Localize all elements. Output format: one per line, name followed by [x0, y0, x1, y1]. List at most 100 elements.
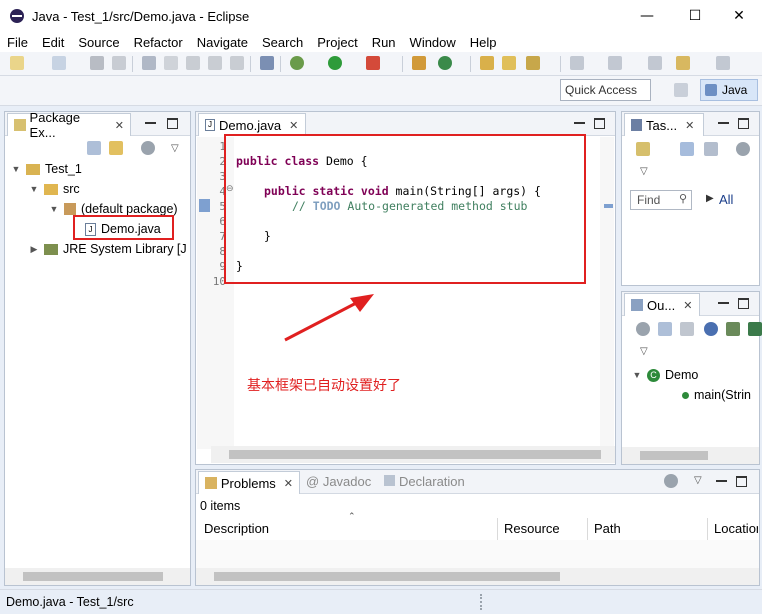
link-icon[interactable] [260, 56, 274, 70]
focus-icon[interactable] [141, 141, 155, 155]
open-type-icon[interactable] [142, 56, 156, 70]
chevron-down-icon[interactable]: ▼ [49, 204, 59, 214]
scrollbar-thumb[interactable] [640, 451, 708, 460]
quick-access-input[interactable]: Quick Access [560, 79, 651, 101]
chevron-right-icon[interactable]: ▶ [706, 193, 714, 204]
tree-item-default-package[interactable]: ▼ (default package) [49, 202, 178, 216]
close-icon[interactable]: ✕ [683, 299, 692, 312]
hide-static-icon[interactable] [726, 322, 740, 336]
view-menu-icon[interactable]: ▽ [171, 143, 179, 154]
menu-navigate[interactable]: Navigate [190, 35, 255, 50]
minimize-icon[interactable] [716, 476, 727, 482]
outline-horizontal-scrollbar[interactable] [622, 447, 759, 464]
maximize-icon[interactable] [167, 118, 178, 129]
vertical-ruler[interactable] [600, 137, 614, 449]
hide-fields-icon[interactable] [704, 322, 718, 336]
forward-icon[interactable] [716, 56, 730, 70]
chevron-right-icon[interactable]: ▶ [29, 244, 39, 255]
focus-icon[interactable] [636, 322, 650, 336]
view-menu-icon[interactable]: ▽ [694, 475, 702, 486]
menu-search[interactable]: Search [255, 35, 310, 50]
tab-declaration[interactable]: Declaration [384, 474, 465, 489]
menu-edit[interactable]: Edit [35, 35, 71, 50]
new-task-icon[interactable] [636, 142, 650, 156]
menu-help[interactable]: Help [463, 35, 504, 50]
outline-method[interactable]: main(Strin [682, 388, 751, 402]
new-java-class-icon[interactable] [438, 56, 452, 70]
toggle-icon[interactable] [186, 56, 200, 70]
editor-horizontal-scrollbar[interactable] [211, 446, 615, 463]
open-folder-icon[interactable] [480, 56, 494, 70]
chevron-down-icon[interactable]: ▼ [11, 164, 21, 174]
task-marker-icon[interactable] [199, 199, 210, 212]
tab-javadoc[interactable]: @ Javadoc [306, 474, 371, 489]
sort-icon[interactable] [680, 322, 694, 336]
overview-marker[interactable] [604, 204, 613, 208]
link-editor-icon[interactable] [109, 141, 123, 155]
focus-icon[interactable] [736, 142, 750, 156]
view-menu-icon[interactable]: ▽ [640, 166, 648, 177]
minimize-icon[interactable] [145, 118, 156, 124]
close-icon[interactable]: ✕ [289, 119, 298, 132]
menu-refactor[interactable]: Refactor [127, 35, 190, 50]
back-icon[interactable] [676, 56, 690, 70]
minimize-icon[interactable] [718, 298, 729, 304]
tree-item-jre[interactable]: ▶ JRE System Library [J [29, 242, 187, 256]
scrollbar-thumb[interactable] [229, 450, 601, 459]
save-all-icon[interactable] [112, 56, 126, 70]
menu-window[interactable]: Window [403, 35, 463, 50]
maximize-icon[interactable] [738, 118, 749, 129]
new-icon[interactable] [10, 56, 24, 70]
tab-package-explorer[interactable]: Package Ex... ✕ [7, 110, 131, 140]
close-icon[interactable]: ✕ [115, 119, 124, 132]
scheduled-icon[interactable] [704, 142, 718, 156]
prev-annotation-icon[interactable] [608, 56, 622, 70]
next-annotation-icon[interactable] [570, 56, 584, 70]
hide-nonpublic-icon[interactable] [748, 322, 762, 336]
tab-problems[interactable]: Problems ✕ [198, 471, 300, 494]
view-menu-icon[interactable]: ▽ [640, 346, 648, 357]
tree-item-project[interactable]: ▼ Test_1 [11, 162, 82, 176]
external-tools-icon[interactable] [366, 56, 380, 70]
tab-demo-java[interactable]: J Demo.java ✕ [198, 113, 306, 136]
menu-run[interactable]: Run [365, 35, 403, 50]
pencil-icon[interactable] [526, 56, 540, 70]
block-icon[interactable] [208, 56, 222, 70]
maximize-icon[interactable] [736, 476, 747, 487]
java-perspective-button[interactable]: Java [700, 79, 758, 101]
chevron-down-icon[interactable]: ▼ [632, 370, 642, 380]
column-path[interactable]: Path [588, 518, 708, 540]
menu-file[interactable]: File [0, 35, 35, 50]
minimize-icon[interactable] [718, 118, 729, 124]
tree-item-src[interactable]: ▼ src [29, 182, 80, 196]
column-resource[interactable]: Resource [498, 518, 588, 540]
categorized-icon[interactable] [680, 142, 694, 156]
problems-horizontal-scrollbar[interactable] [196, 568, 759, 585]
collapse-all-icon[interactable] [658, 322, 672, 336]
debug-icon[interactable] [290, 56, 304, 70]
menu-project[interactable]: Project [310, 35, 364, 50]
column-description[interactable]: Description [198, 518, 498, 540]
scrollbar-thumb[interactable] [214, 572, 560, 581]
collapse-all-icon[interactable] [87, 141, 101, 155]
all-link[interactable]: All [719, 192, 733, 207]
outline-class[interactable]: ▼ C Demo [632, 368, 699, 382]
horizontal-scrollbar[interactable] [5, 568, 190, 585]
chevron-down-icon[interactable]: ▼ [29, 184, 39, 194]
sweep-icon[interactable] [164, 56, 178, 70]
maximize-icon[interactable] [594, 118, 605, 129]
menu-source[interactable]: Source [71, 35, 126, 50]
folder-icon[interactable] [502, 56, 516, 70]
close-icon[interactable]: ✕ [284, 477, 293, 490]
new-package-icon[interactable] [52, 56, 66, 70]
new-class-icon[interactable] [412, 56, 426, 70]
tab-outline[interactable]: Ou... ✕ [624, 293, 700, 316]
maximize-icon[interactable] [738, 298, 749, 309]
tab-task-list[interactable]: Tas... ✕ [624, 113, 704, 136]
close-button[interactable]: ✕ [716, 0, 762, 32]
open-perspective-icon[interactable] [674, 83, 688, 97]
save-icon[interactable] [90, 56, 104, 70]
column-location[interactable]: Location [708, 518, 758, 540]
minimize-button[interactable]: — [624, 0, 670, 32]
find-input[interactable]: Find ⚲ [630, 190, 692, 210]
